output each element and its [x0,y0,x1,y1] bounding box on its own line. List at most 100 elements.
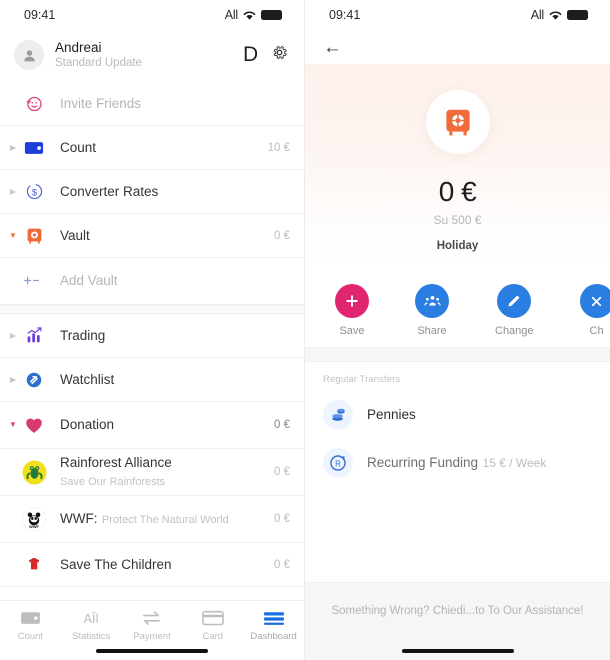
row-title: Rainforest Alliance [60,455,172,470]
tab-label: Payment [133,631,171,642]
section-divider [0,305,304,314]
row-add-vault[interactable]: Add Vault [0,258,304,305]
row-donation[interactable]: ▼ Donation 0 € [0,402,304,449]
action-share[interactable]: Share [415,284,449,337]
row-text: Rainforest Alliance Save Our Rainforests [60,454,268,490]
row-text: Invite Friends [60,95,284,113]
row-vault[interactable]: ▼ Vault 0 € [0,214,304,258]
statistics-icon: AĪl [80,608,102,628]
letter-badge[interactable]: D [243,43,257,67]
right-screen: 09:41 All ← 0 € Su 500 € Holiday Save Sh… [305,0,610,660]
chevron-right-icon[interactable]: ▶ [6,143,20,152]
detail-top-bar: ← [305,30,610,64]
vault-tag: Holiday [436,240,479,252]
heart-icon [20,411,48,439]
tab-label: Dashboard [250,631,297,642]
chevron-right-icon[interactable]: ▶ [6,331,20,340]
row-amount: 0 € [274,513,290,525]
action-save[interactable]: Save [335,284,369,337]
row-text: Count [60,139,262,157]
row-trading[interactable]: ▶ Trading [0,314,304,358]
transfer-text: Recurring Funding 15 € / Week [367,454,592,472]
transfer-arrows-icon [141,608,162,628]
chevron-down-icon[interactable]: ▼ [6,421,20,429]
tab-dashboard[interactable]: Dashboard [243,608,304,642]
section-band [305,348,610,362]
row-text: Trading [60,327,284,345]
row-save-the-children[interactable]: Save The Children 0 € [0,543,304,587]
row-amount: 0 € [274,466,290,478]
vault-goal: Su 500 € [433,213,482,227]
wifi-icon [243,10,256,21]
avatar [14,40,44,70]
row-text: Vault [60,227,268,245]
chevron-right-icon[interactable]: ▶ [6,187,20,196]
dashboard-icon [263,608,285,628]
refresh-circle-icon [20,366,48,394]
bar-chart-icon [20,322,48,350]
vault-hero: 0 € Su 500 € Holiday [305,64,610,268]
back-arrow-icon[interactable]: ← [323,38,342,57]
row-title: Save The Children [60,556,172,572]
account-subtitle: Standard Update [55,56,142,69]
row-text: WWF: Protect The Natural World [60,510,268,528]
row-title: Converter Rates [60,183,159,199]
battery-icon [261,10,282,20]
tab-card[interactable]: Card [182,608,243,642]
svg-text:$: $ [31,187,37,198]
close-icon [579,284,610,318]
tab-label: Card [202,631,224,642]
section-title-regular-transfers: Regular Transfers [323,374,401,385]
row-text: Watchlist [60,371,284,389]
safe-icon [20,222,48,250]
frog-icon [20,458,48,486]
action-change[interactable]: Change [495,284,534,337]
action-close[interactable]: Ch [579,284,610,337]
transfer-title: Pennies [367,407,416,422]
row-subtitle: Protect The Natural World [101,514,229,526]
account-header[interactable]: Andreai Standard Update D [0,30,304,82]
tab-label: Count [17,631,44,642]
tab-label: Statistics [72,631,111,642]
chevron-down-icon[interactable]: ▼ [6,231,20,240]
tab-statistics[interactable]: AĪl Statistics [61,608,122,642]
gear-icon[interactable] [271,44,288,66]
row-invite-friends[interactable]: Invite Friends [0,82,304,126]
tab-payment[interactable]: Payment [122,608,183,642]
chevron-right-icon[interactable]: ▶ [6,375,20,384]
row-count[interactable]: ▶ Count 10 € [0,126,304,170]
row-amount: 0 € [274,558,290,571]
transfer-row-recurring-funding[interactable]: R Recurring Funding 15 € / Week [305,439,610,487]
row-subtitle: Save Our Rainforests [60,476,166,488]
vault-avatar [425,90,490,154]
svg-text:AĪl: AĪl [84,611,99,626]
navigation-rows: Invite Friends ▶ Count 10 € ▶ $ Converte… [0,82,304,587]
status-time: 09:41 [329,8,361,22]
status-time: 09:41 [24,8,56,22]
card-icon [201,608,224,628]
left-screen: 09:41 All Andreai Standard Update D Invi… [0,0,305,660]
row-text: Save The Children [60,556,268,574]
vault-action-buttons: Save Share Change Ch [305,268,610,348]
svg-text:R: R [335,459,341,468]
wallet-icon [20,134,48,162]
row-watchlist[interactable]: ▶ Watchlist [0,358,304,402]
plus-minus-icon [20,267,48,295]
home-indicator [96,649,208,653]
row-title: Invite Friends [60,95,142,111]
action-label: Change [495,325,534,337]
tab-count[interactable]: Count [0,608,61,642]
row-wwf[interactable]: WWF WWF: Protect The Natural World 0 € [0,496,304,543]
children-icon [20,551,48,579]
transfer-row-pennies[interactable]: Pennies [305,391,610,439]
row-rainforest-alliance[interactable]: Rainforest Alliance Save Our Rainforests… [0,449,304,496]
row-text: Donation [60,416,268,434]
row-title: Vault [60,227,90,243]
carrier-label: All [530,8,545,22]
row-title: Donation [60,417,115,432]
row-amount: 0 € [274,229,290,242]
action-label: Save [339,325,365,337]
account-name: Andreai [55,39,102,55]
row-converter-rates[interactable]: ▶ $ Converter Rates [0,170,304,214]
row-title: Count [60,139,97,155]
